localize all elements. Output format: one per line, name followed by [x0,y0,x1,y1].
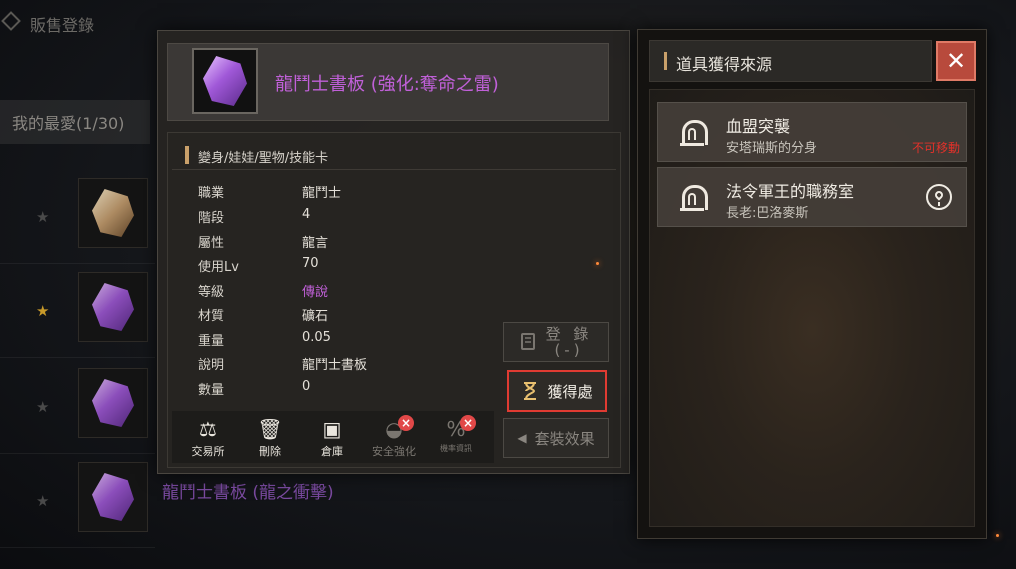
divider [172,169,616,170]
location-pin-icon[interactable] [926,184,952,210]
probability-info-button[interactable]: % × 機率資訊 [428,411,484,463]
set-effect-button[interactable]: ◀ 套裝效果 [503,418,609,458]
star-icon[interactable]: ★ [36,302,49,320]
stat-label: 材質 [198,309,225,324]
list-item[interactable]: ★ [0,362,155,454]
exchange-label: 交易所 [191,445,225,458]
list-item-name[interactable]: 龍鬥士書板 (龍之衝擊) [162,478,334,503]
gem-icon [92,379,134,427]
chest-icon: ▣ [322,417,342,441]
gem-icon [92,189,134,237]
dungeon-gate-icon [680,185,708,211]
obtain-source-label: 獲得處 [547,382,593,401]
exchange-button[interactable]: ⚖ 交易所 [180,411,236,463]
favorites-tab-label: 我的最愛(1/30) [12,114,125,133]
star-icon[interactable]: ★ [36,208,49,226]
probability-info-label: 機率資訊 [440,444,472,453]
set-effect-label: 套裝效果 [534,429,595,448]
source-name: 血盟突襲 [726,117,791,136]
title-accent [664,52,667,70]
trash-icon: 🗑 [257,417,283,441]
source-sub: 安塔瑞斯的分身 [726,141,818,156]
safe-enhance-button[interactable]: ◒ × 安全強化 [366,411,422,463]
stat-value: 龍鬥士 [302,186,342,201]
item-thumbnail [78,178,148,248]
probability-icon: % × [442,415,476,441]
stat-value: 龍鬥士書板 [302,358,368,373]
item-thumbnail [78,272,148,342]
list-item[interactable]: ★ [0,172,155,264]
stat-label: 階段 [198,211,225,226]
star-icon[interactable]: ★ [36,492,49,510]
safe-enhance-label: 安全強化 [372,445,416,458]
list-item[interactable]: ★ [0,266,155,358]
register-button[interactable]: 登 錄 (-) [503,322,609,362]
ember-particle [596,262,599,265]
dungeon-gate-icon [680,120,708,146]
source-name: 法令軍王的職務室 [726,182,855,201]
source-status: 不可移動 [911,141,960,155]
delete-button[interactable]: 🗑 刪除 [242,411,298,463]
stat-label: 說明 [198,358,225,373]
category-accent [185,146,189,164]
source-entry[interactable]: 法令軍王的職務室 長老:巴洛麥斯 [657,167,967,227]
stat-value: 傳說 [302,285,329,300]
gem-icon [203,56,247,106]
register-sub: (-) [554,341,584,359]
item-icon [192,48,258,114]
disabled-x-icon: × [460,415,476,431]
ember-particle [996,534,999,537]
obtain-source-button[interactable]: 獲得處 [507,370,607,412]
item-thumbnail [78,368,148,438]
stat-value: 0.05 [302,330,331,345]
disabled-x-icon: × [398,415,414,431]
stat-value: 4 [302,207,311,222]
scale-icon: ⚖ [199,417,217,441]
book-icon [520,333,535,350]
hourglass-icon [524,382,537,400]
warehouse-button[interactable]: ▣ 倉庫 [304,411,360,463]
stat-label: 等級 [198,285,225,300]
source-sub: 長老:巴洛麥斯 [726,206,809,221]
stat-label: 使用Lv [198,260,239,275]
sell-register-title: 販售登錄 [30,16,95,35]
list-item[interactable]: ★ [0,456,155,548]
caret-left-icon: ◀ [517,431,527,445]
sell-register-header: 販售登錄 [0,0,160,48]
stat-value: 礦石 [302,309,329,324]
favorites-tab[interactable]: 我的最愛(1/30) [0,100,150,144]
item-thumbnail [78,462,148,532]
delete-label: 刪除 [259,445,281,458]
stat-label: 屬性 [198,236,225,251]
tag-icon [1,11,21,31]
gem-icon [92,283,134,331]
stat-value: 70 [302,256,319,271]
close-icon: ✕ [945,47,967,75]
stat-value: 龍言 [302,236,329,251]
close-button[interactable]: ✕ [936,41,976,81]
item-category: 變身/娃娃/聖物/技能卡 [198,151,329,166]
stat-value: 0 [302,379,311,394]
stat-label: 職業 [198,186,225,201]
source-panel-title: 道具獲得來源 [676,55,773,74]
item-toolbar: ⚖ 交易所 🗑 刪除 ▣ 倉庫 ◒ × 安全強化 % × 機率資訊 [172,411,494,463]
item-name: 龍鬥士書板 (強化:奪命之雷) [275,74,499,95]
source-entry[interactable]: 血盟突襲 安塔瑞斯的分身 不可移動 [657,102,967,162]
star-icon[interactable]: ★ [36,398,49,416]
shield-enhance-icon: ◒ × [380,415,414,441]
gem-icon [92,473,134,521]
stat-label: 數量 [198,383,225,398]
register-label: 登 錄 [545,325,593,343]
warehouse-label: 倉庫 [321,445,343,458]
stat-label: 重量 [198,334,225,349]
